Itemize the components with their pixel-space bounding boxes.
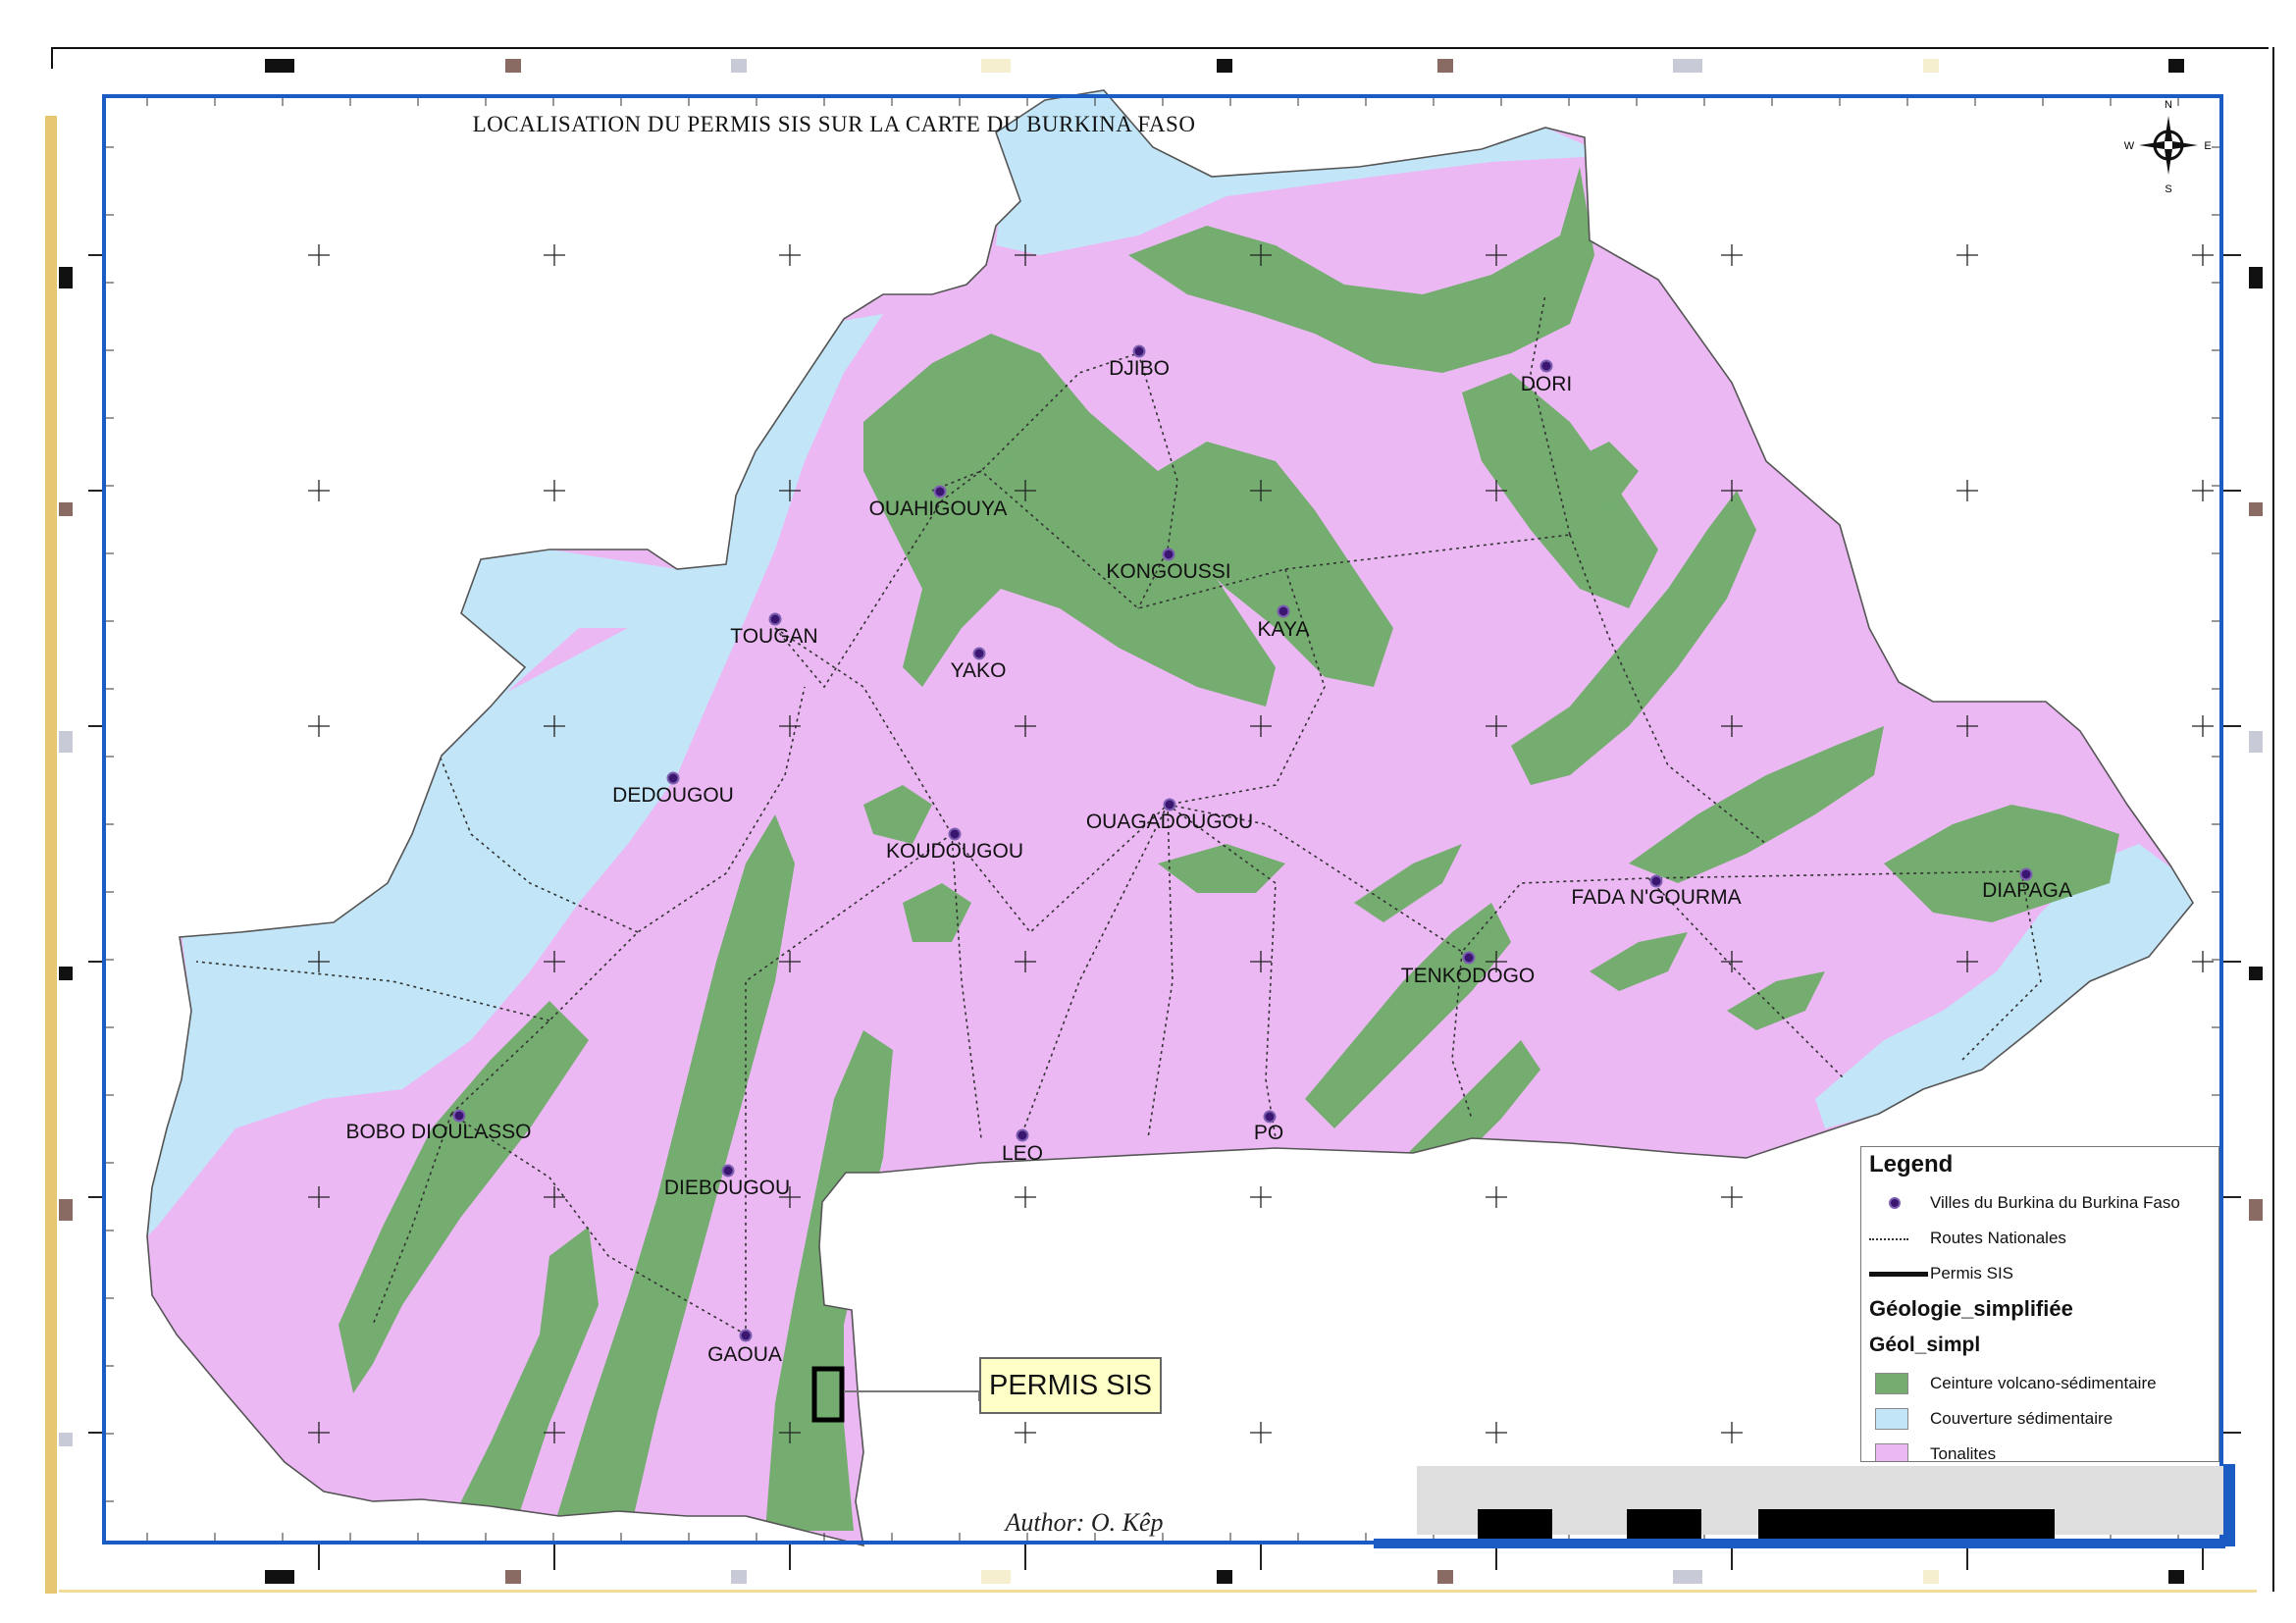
city-marker-icon xyxy=(1163,798,1176,812)
city-label: BOBO DIOULASSO xyxy=(345,1121,532,1143)
city-marker-icon xyxy=(1016,1128,1029,1142)
city-marker-icon xyxy=(1162,548,1175,561)
legend-geol-field: Géol_simpl xyxy=(1869,1334,1981,1356)
city-marker-icon xyxy=(1132,344,1146,358)
city-marker-icon xyxy=(739,1329,753,1342)
compass-rose-icon: N S W E xyxy=(2124,99,2212,195)
city-label: DJIBO xyxy=(1109,357,1170,380)
city-label: DORI xyxy=(1520,373,1573,395)
legend-routes-label: Routes Nationales xyxy=(1930,1229,2066,1247)
redacted-block xyxy=(1478,1509,1552,1539)
city-label: DIEBOUGOU xyxy=(663,1177,791,1199)
legend-row-ceinture: Ceinture volcano-sédimentaire xyxy=(1869,1369,2157,1398)
redacted-block xyxy=(1758,1509,2055,1539)
city-label: TOUGAN xyxy=(730,625,818,648)
legend-row-tonalites: Tonalites xyxy=(1869,1440,1997,1462)
city-label: OUAHIGOUYA xyxy=(868,497,1008,520)
legend-villes-label: Villes du Burkina du Burkina Faso xyxy=(1930,1193,2180,1212)
map-title: LOCALISATION DU PERMIS SIS SUR LA CARTE … xyxy=(472,112,1196,136)
city-marker-icon xyxy=(933,485,947,498)
city-label: DEDOUGOU xyxy=(612,784,734,807)
tonalites-swatch xyxy=(1869,1441,1908,1461)
permis-line-icon xyxy=(1869,1261,1928,1286)
city-label: KONGOUSSI xyxy=(1106,560,1231,583)
city-marker-icon xyxy=(1462,951,1476,965)
permis-callout-label: PERMIS SIS xyxy=(979,1357,1162,1414)
bottom-blue-bar xyxy=(1374,1539,2225,1548)
legend-row-couverture: Couverture sédimentaire xyxy=(1869,1404,2113,1434)
city-marker-icon xyxy=(1277,604,1290,618)
redacted-block xyxy=(1627,1509,1701,1539)
legend-row-permis: Permis SIS xyxy=(1869,1259,2013,1288)
city-marker-icon xyxy=(948,827,962,841)
legend-couverture-label: Couverture sédimentaire xyxy=(1930,1409,2113,1428)
dotted-road-icon xyxy=(1869,1226,1908,1251)
city-label: LEO xyxy=(1001,1142,1044,1165)
city-marker-icon xyxy=(721,1164,735,1178)
city-marker-icon xyxy=(666,771,680,785)
couverture-swatch xyxy=(1869,1406,1908,1432)
city-label: FADA N'GOURMA xyxy=(1571,886,1742,909)
city-marker-icon xyxy=(1539,359,1553,373)
city-marker-icon xyxy=(972,647,986,660)
city-marker-icon xyxy=(768,612,782,626)
ceinture-swatch xyxy=(1869,1371,1908,1396)
compass-e-label: E xyxy=(2204,140,2211,152)
compass-w-label: W xyxy=(2124,140,2135,152)
city-dot-icon xyxy=(1869,1190,1908,1216)
legend-panel: Legend Villes du Burkina du Burkina Faso… xyxy=(1860,1146,2219,1462)
city-label: YAKO xyxy=(950,659,1007,682)
compass-n-label: N xyxy=(2165,99,2172,111)
city-label: OUAGADOUGOU xyxy=(1085,811,1254,833)
legend-row-villes: Villes du Burkina du Burkina Faso xyxy=(1869,1188,2180,1218)
legend-geology-title: Géologie_simplifiée xyxy=(1869,1296,2073,1321)
legend-tonalites-label: Tonalites xyxy=(1930,1444,1997,1462)
city-label: PO xyxy=(1253,1122,1284,1144)
city-label: KOUDOUGOU xyxy=(885,840,1024,863)
map-page: LOCALISATION DU PERMIS SIS SUR LA CARTE … xyxy=(0,0,2296,1623)
legend-row-routes: Routes Nationales xyxy=(1869,1224,2066,1253)
city-label: GAOUA xyxy=(707,1343,782,1366)
legend-ceinture-label: Ceinture volcano-sédimentaire xyxy=(1930,1374,2157,1392)
city-label: KAYA xyxy=(1257,618,1310,641)
city-label: DIAPAGA xyxy=(1982,879,2072,902)
legend-title: Legend xyxy=(1869,1151,1954,1178)
compass-s-label: S xyxy=(2165,183,2171,195)
legend-permis-label: Permis SIS xyxy=(1930,1264,2014,1283)
bottom-blue-bar-vertical xyxy=(2223,1464,2235,1546)
city-label: TENKODOGO xyxy=(1400,965,1536,987)
map-author: Author: O. Kêp xyxy=(1005,1508,1164,1537)
